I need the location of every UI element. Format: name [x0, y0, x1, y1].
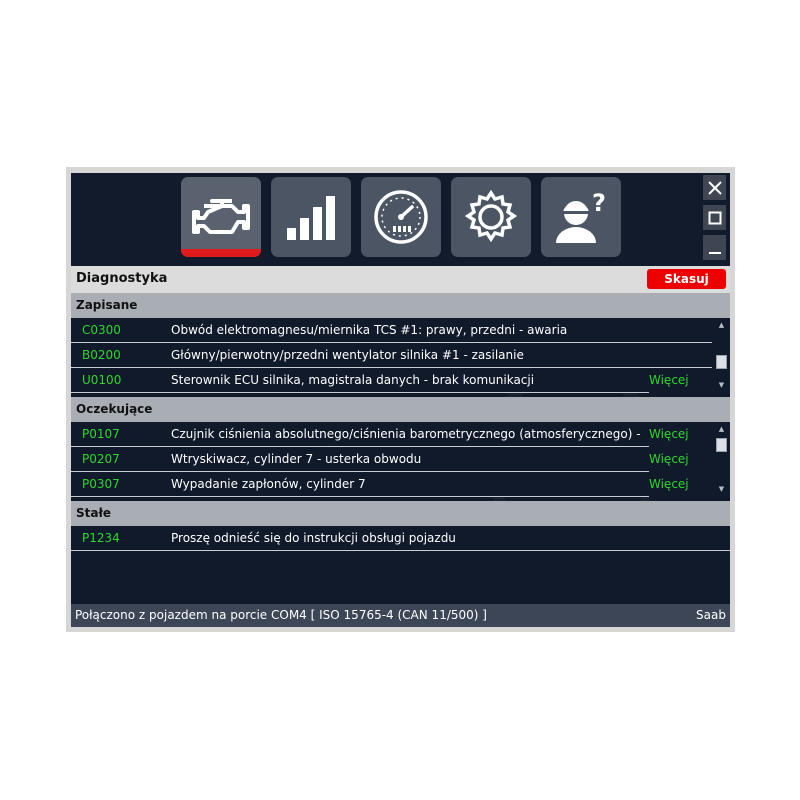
connection-status: Połączono z pojazdem na porcie COM4 [ IS…: [75, 608, 487, 622]
dtc-description: Obwód elektromagnesu/miernika TCS #1: pr…: [171, 323, 568, 337]
minimize-icon: [708, 251, 721, 254]
table-row[interactable]: U0100 Sterownik ECU silnika, magistrala …: [71, 368, 712, 416]
maximize-icon: [708, 211, 721, 224]
dtc-description: Wtryskiwacz, cylinder 7 - usterka obwodu: [171, 452, 422, 466]
tab-settings[interactable]: [451, 177, 531, 257]
title-bar: Diagnostyka Skasuj: [71, 266, 730, 293]
scroll-up-icon[interactable]: ▲: [717, 321, 726, 330]
table-row[interactable]: P0307 Wypadanie zapłonów, cylinder 7 Wię…: [71, 472, 712, 520]
user-help-icon: ?: [556, 189, 606, 243]
clear-codes-button[interactable]: Skasuj: [647, 269, 726, 289]
dtc-code: P0307: [82, 477, 120, 491]
scroll-down-icon[interactable]: ▼: [717, 485, 726, 494]
dtc-code: P1234: [82, 531, 120, 545]
pending-scrollbar[interactable]: ▲ ▼: [713, 422, 730, 497]
stored-codes-list: C0300 Obwód elektromagnesu/miernika TCS …: [71, 318, 712, 416]
tab-diagnostics[interactable]: [181, 177, 261, 257]
maximize-button[interactable]: [703, 205, 726, 230]
dtc-code: B0200: [82, 348, 121, 362]
scroll-up-icon[interactable]: ▲: [717, 425, 726, 434]
dtc-code: P0107: [82, 427, 120, 441]
table-row[interactable]: C0300 Obwód elektromagnesu/miernika TCS …: [71, 318, 712, 343]
section-header-pending: Oczekujące: [71, 397, 730, 422]
dtc-description: Czujnik ciśnienia absolutnego/ciśnienia …: [171, 427, 641, 441]
page-title: Diagnostyka: [76, 271, 168, 286]
section-header-stored: Zapisane: [71, 293, 730, 318]
dtc-description: Proszę odnieść się do instrukcji obsługi…: [171, 531, 456, 545]
svg-text:?: ?: [592, 189, 606, 217]
scroll-thumb[interactable]: [716, 438, 727, 452]
pending-codes-list: P0107 Czujnik ciśnienia absolutnego/ciśn…: [71, 422, 712, 520]
gauge-icon: [374, 190, 428, 244]
active-tab-indicator: [181, 249, 261, 257]
table-row[interactable]: P0107 Czujnik ciśnienia absolutnego/ciśn…: [71, 422, 712, 470]
tab-dashboard[interactable]: [361, 177, 441, 257]
permanent-codes-list: P1234 Proszę odnieść się do instrukcji o…: [71, 526, 730, 551]
dtc-description: Sterownik ECU silnika, magistrala danych…: [171, 373, 535, 387]
dtc-code: U0100: [82, 373, 122, 387]
table-row[interactable]: B0200 Główny/pierwotny/przedni wentylato…: [71, 343, 712, 368]
table-row[interactable]: P1234 Proszę odnieść się do instrukcji o…: [71, 526, 730, 551]
app-window: ? Diagnostyka Skasuj Zapisane C0300 Obwó…: [71, 173, 730, 627]
tab-help[interactable]: ?: [541, 177, 621, 257]
table-row[interactable]: P0207 Wtryskiwacz, cylinder 7 - usterka …: [71, 447, 712, 495]
engine-icon: [192, 199, 250, 234]
toolbar: ?: [71, 173, 730, 266]
dtc-description: Główny/pierwotny/przedni wentylator siln…: [171, 348, 524, 362]
signal-bars-icon: [287, 196, 335, 240]
close-button[interactable]: [703, 175, 726, 200]
scroll-thumb[interactable]: [716, 355, 727, 369]
status-bar: Połączono z pojazdem na porcie COM4 [ IS…: [71, 604, 730, 627]
gear-icon: [464, 189, 518, 243]
minimize-button[interactable]: [703, 235, 726, 260]
dtc-code: P0207: [82, 452, 120, 466]
dtc-code: C0300: [82, 323, 121, 337]
scroll-down-icon[interactable]: ▼: [717, 381, 726, 390]
close-icon: [707, 180, 722, 195]
tab-live-data[interactable]: [271, 177, 351, 257]
stored-scrollbar[interactable]: ▲ ▼: [713, 318, 730, 393]
app-frame: ? Diagnostyka Skasuj Zapisane C0300 Obwó…: [66, 167, 735, 632]
vehicle-brand: Saab: [696, 608, 726, 622]
dtc-description: Wypadanie zapłonów, cylinder 7: [171, 477, 366, 491]
section-header-permanent: Stałe: [71, 501, 730, 526]
